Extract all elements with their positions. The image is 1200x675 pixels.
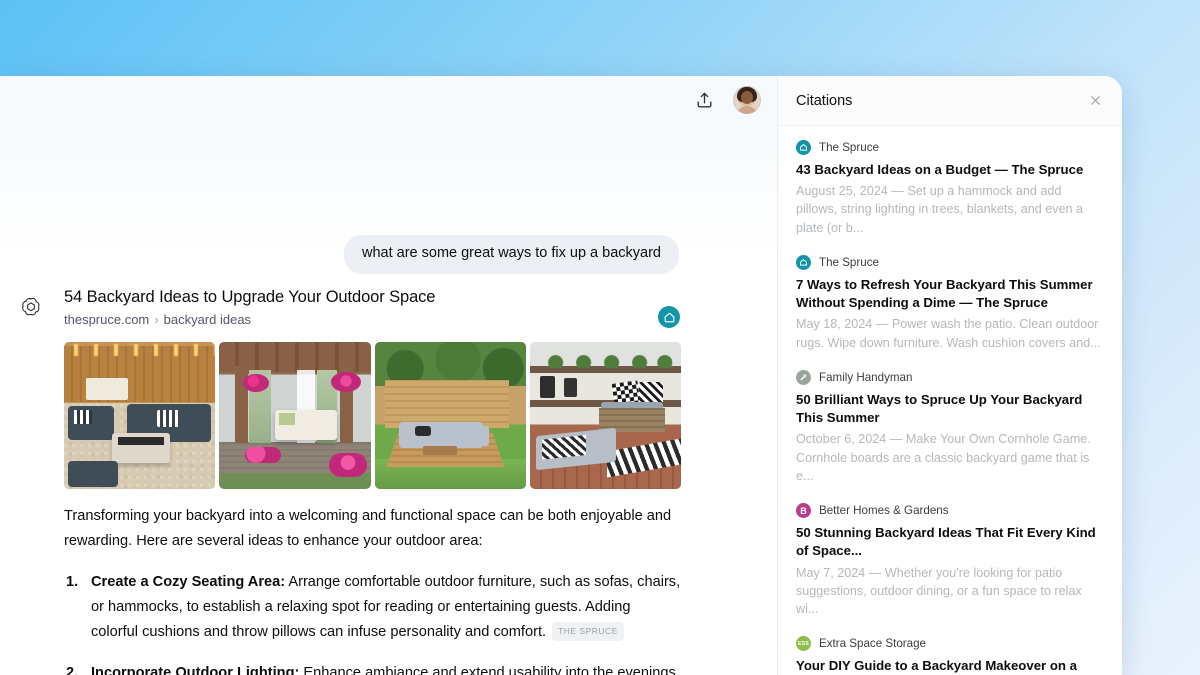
citation-source-name: The Spruce [819,141,879,154]
app-window: what are some great ways to fix up a bac… [0,76,1122,675]
letter-b-icon: B [796,503,811,519]
citation-source-name: Better Homes & Gardens [819,504,949,518]
result-thumbnail[interactable] [529,342,681,489]
citation-source-name: Extra Space Storage [819,637,926,651]
thumb-porch-swing [275,410,338,440]
search-result-card[interactable]: 54 Backyard Ideas to Upgrade Your Outdoo… [64,288,697,328]
result-domain[interactable]: thespruce.com [64,312,149,327]
conversation-pane: what are some great ways to fix up a bac… [0,76,777,675]
share-icon[interactable] [689,85,719,115]
avatar-face [741,91,753,104]
citation-item[interactable]: Family Handyman 50 Brilliant Ways to Spr… [796,369,1104,485]
citation-title[interactable]: 43 Backyard Ideas on a Budget — The Spru… [796,161,1104,179]
citation-title[interactable]: Your DIY Guide to a Backyard Makeover on… [796,657,1104,675]
thumb-pillow-2 [639,382,663,404]
image-strip [64,342,681,489]
result-thumbnail[interactable] [219,342,371,489]
result-thumbnail[interactable] [64,342,216,489]
citation-snippet: August 25, 2024 — Set up a hammock and a… [796,184,1084,235]
citation-source: The Spruce [796,254,1104,270]
breadcrumb-separator: › [154,312,159,327]
result-thumbnail[interactable] [374,342,526,489]
close-icon[interactable] [1082,88,1108,114]
thumb-chair-2 [68,461,118,487]
citations-title: Citations [796,92,853,109]
citation-snippet: May 18, 2024 — Power wash the patio. Cle… [796,317,1101,350]
citation-title[interactable]: 50 Brilliant Ways to Spruce Up Your Back… [796,391,1104,427]
citation-source-name: Family Handyman [819,370,913,384]
avatar-body [736,106,758,114]
citations-list[interactable]: The Spruce 43 Backyard Ideas on a Budget… [778,126,1122,675]
citation-item[interactable]: The Spruce 43 Backyard Ideas on a Budget… [796,140,1104,237]
thumb-flowers [245,447,282,463]
citation-source: ESS Extra Space Storage [796,636,1104,652]
citation-source: B Better Homes & Gardens [796,503,1104,519]
citation-title[interactable]: 50 Stunning Backyard Ideas That Fit Ever… [796,524,1104,560]
thumb-chair [68,406,114,440]
thumb-potted-plants [535,350,676,368]
thumb-lantern-2 [563,378,577,397]
result-breadcrumb: thespruce.com › backyard ideas [64,312,697,327]
user-message-row: what are some great ways to fix up a bac… [343,235,679,274]
citation-snippet: October 6, 2024 — Make Your Own Cornhole… [796,432,1091,483]
thumb-table [86,378,128,400]
citation-chip[interactable]: THE SPRUCE [552,622,624,641]
citations-panel: Citations The Spruce 43 Backyard Ideas o… [777,76,1122,675]
citation-source-name: The Spruce [819,255,879,269]
thumb-fire-pit [112,433,170,463]
result-title[interactable]: 54 Backyard Ideas to Upgrade Your Outdoo… [64,288,697,307]
house-icon[interactable] [658,306,680,328]
citation-snippet: May 7, 2024 — Whether you're looking for… [796,565,1082,617]
list-item: Create a Cozy Seating Area: Arrange comf… [64,570,681,645]
wrench-icon [796,369,811,385]
thumb-string-lights [64,344,216,356]
thumb-sectional-sofa [398,422,489,448]
assistant-message: 54 Backyard Ideas to Upgrade Your Outdoo… [0,288,777,489]
citations-header: Citations [778,76,1122,126]
avatar[interactable] [733,86,761,114]
ess-logo-icon: ESS [796,636,811,652]
list-item-heading: Incorporate Outdoor Lighting: [91,665,300,675]
house-icon [796,140,811,155]
thumb-flowers [328,453,367,477]
thumb-cushion [414,426,431,436]
answer-body: Transforming your backyard into a welcom… [64,504,681,675]
citation-item[interactable]: The Spruce 7 Ways to Refresh Your Backya… [796,254,1104,352]
top-bar [0,76,777,124]
result-path[interactable]: backyard ideas [164,312,251,327]
thumb-coffee-table [422,446,457,455]
thumb-fence [384,380,509,428]
citation-item[interactable]: B Better Homes & Gardens 50 Stunning Bac… [796,503,1104,618]
list-item: Incorporate Outdoor Lighting: Enhance am… [64,661,681,675]
citation-title[interactable]: 7 Ways to Refresh Your Backyard This Sum… [796,276,1104,312]
citation-item[interactable]: ESS Extra Space Storage Your DIY Guide t… [796,636,1104,675]
house-icon [796,254,811,270]
citation-source: The Spruce [796,140,1104,155]
list-item-heading: Create a Cozy Seating Area: [91,574,286,591]
thumb-lantern [539,376,555,398]
citation-source: Family Handyman [796,369,1104,385]
answer-list: Create a Cozy Seating Area: Arrange comf… [64,570,681,675]
user-message-bubble[interactable]: what are some great ways to fix up a bac… [343,235,679,274]
openai-logo-icon [20,296,42,318]
answer-intro: Transforming your backyard into a welcom… [64,508,672,550]
thumb-flowers [330,372,361,392]
